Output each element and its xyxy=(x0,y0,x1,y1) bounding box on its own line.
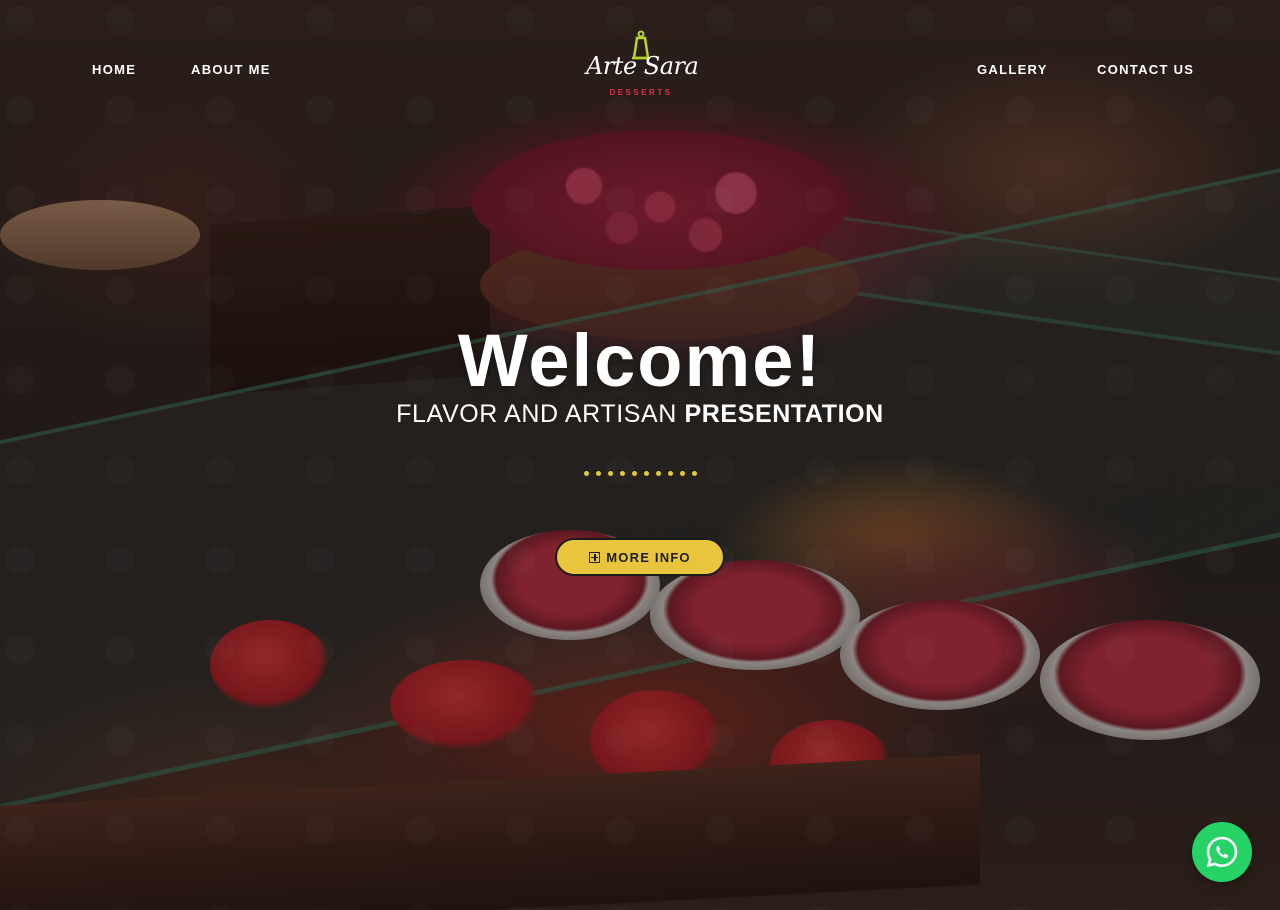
hero-subtitle-light: FLAVOR AND ARTISAN xyxy=(396,400,677,428)
whatsapp-icon xyxy=(1206,836,1238,868)
nav-gallery-link[interactable]: GALLERY xyxy=(977,62,1048,77)
hero-background-image xyxy=(0,0,1280,910)
nav-about-link[interactable]: ABOUT ME xyxy=(191,62,271,77)
hero-subtitle: FLAVOR AND ARTISAN PRESENTATION xyxy=(0,400,1280,429)
logo-tagline: DESSERTS xyxy=(609,88,673,97)
plus-square-icon xyxy=(589,551,601,563)
more-info-button[interactable]: MORE INFO xyxy=(555,538,725,576)
site-logo[interactable]: Arte Sara DESSERTS xyxy=(586,26,699,106)
dark-overlay xyxy=(0,0,1280,910)
hero-title: Welcome! xyxy=(457,319,823,402)
logo-name: Arte Sara xyxy=(586,52,699,80)
whatsapp-button[interactable] xyxy=(1192,822,1252,882)
hero-subtitle-bold: PRESENTATION xyxy=(684,400,884,428)
nav-contact-link[interactable]: CONTACT US xyxy=(1097,62,1194,77)
more-info-label: MORE INFO xyxy=(606,549,691,565)
dotted-separator xyxy=(584,470,700,476)
nav-home-link[interactable]: HOME xyxy=(92,62,136,77)
